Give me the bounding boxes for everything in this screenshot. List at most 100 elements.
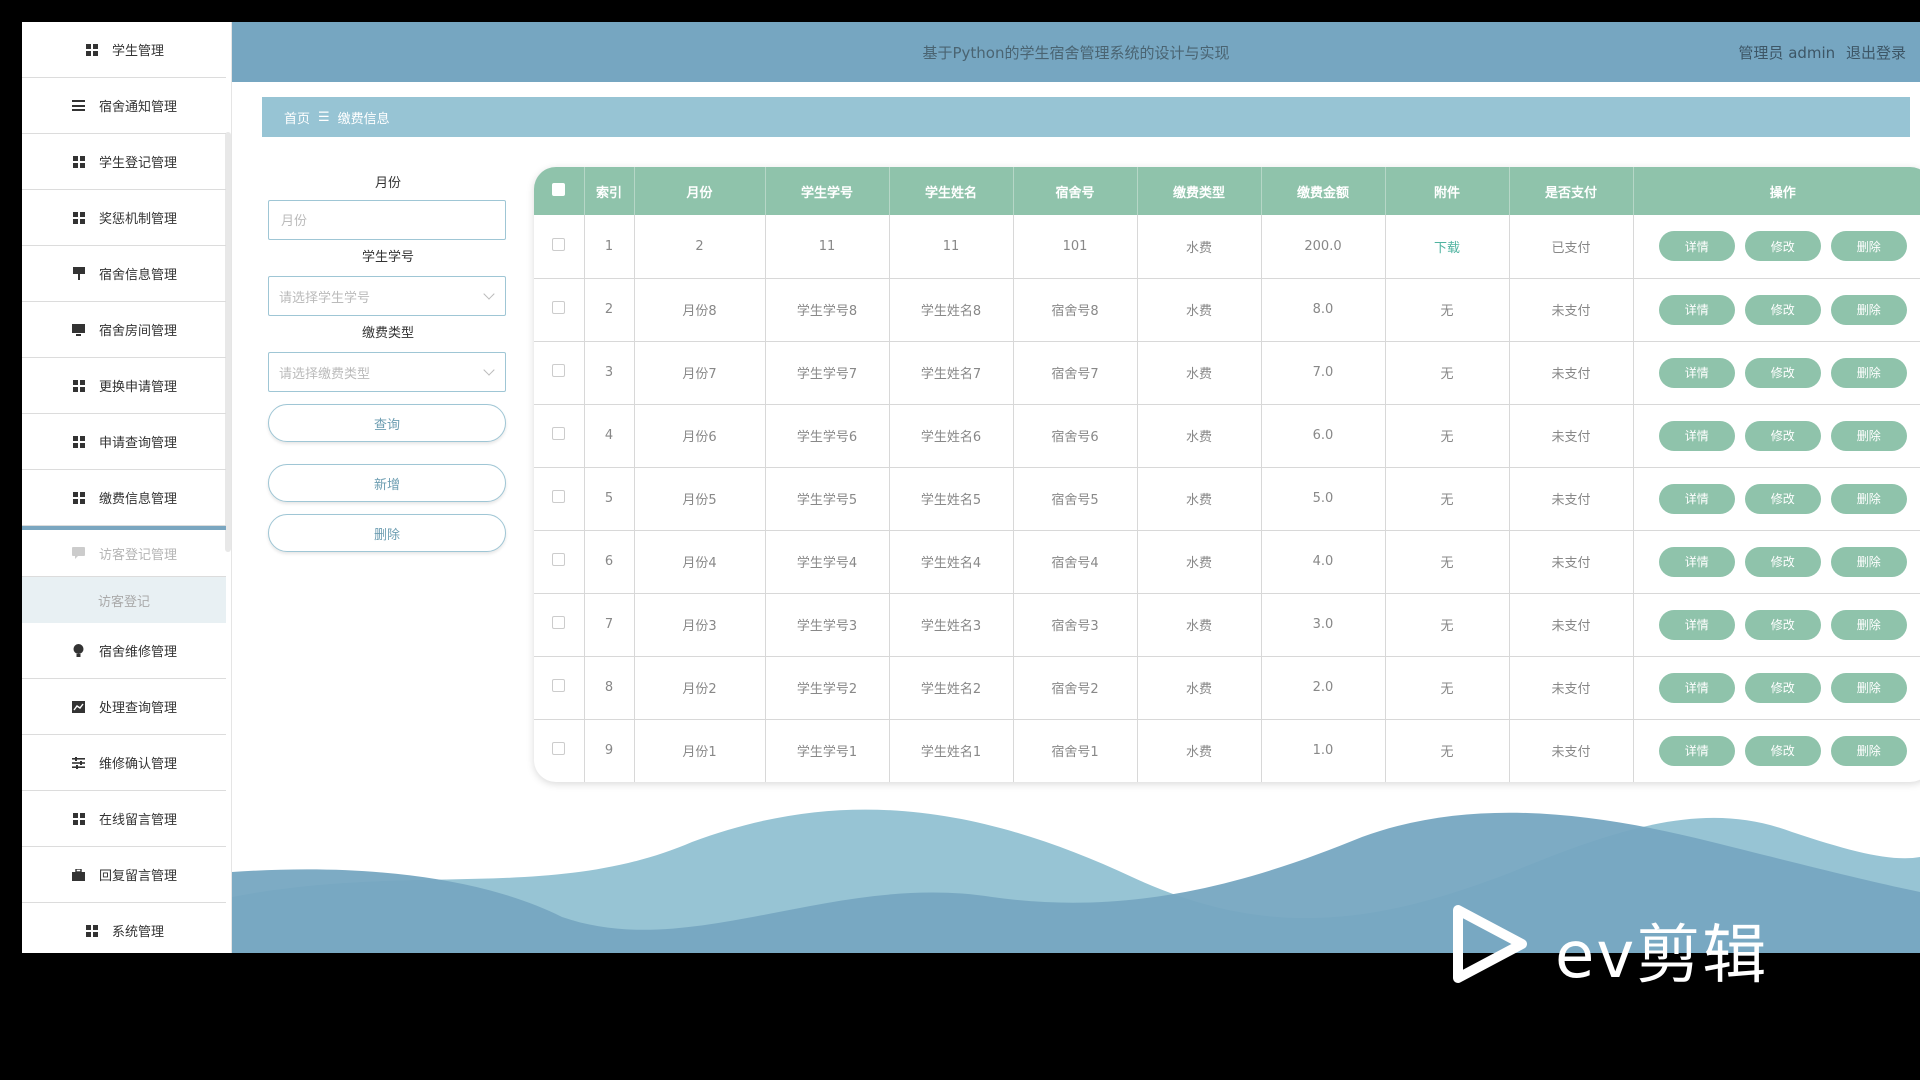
grid-icon [84,42,100,58]
list-icon [71,98,87,114]
sidebar-item[interactable]: 申请查询管理 [22,414,226,470]
sidebar-item[interactable]: 回复留言管理 [22,847,226,903]
sidebar-item[interactable]: 宿舍房间管理 [22,302,226,358]
edit-button[interactable]: 修改 [1744,546,1821,577]
monitor-icon [71,322,87,338]
table-row: 4 月份6 学生学号6 学生姓名6 宿舍号6 水费 6.0 无未支付 详情 修改 删除 [534,404,1920,468]
detail-button[interactable]: 详情 [1658,609,1735,640]
briefcase-icon [71,867,87,883]
sidebar-item[interactable]: 宿舍信息管理 [22,246,226,302]
edit-button[interactable]: 修改 [1744,672,1821,703]
sidebar-item-label: 系统管理 [111,925,164,940]
edit-button[interactable]: 修改 [1744,231,1821,262]
row-checkbox[interactable] [552,301,566,314]
detail-button[interactable]: 详情 [1658,483,1735,514]
sidebar-item-label: 宿舍通知管理 [98,100,177,115]
row-checkbox[interactable] [552,616,566,629]
row-select-cell [534,530,585,594]
delete-row-button[interactable]: 删除 [1830,735,1907,766]
table-cell: 4.0 [1261,530,1386,594]
row-checkbox[interactable] [552,237,566,251]
user-area: 管理员 admin 退出登录 [1732,42,1906,63]
sidebar-item[interactable]: 系统管理 [22,903,226,953]
app-title: 基于Python的学生宿舍管理系统的设计与实现 [922,44,1230,62]
detail-button[interactable]: 详情 [1658,294,1735,325]
add-button[interactable]: 新增 [268,464,506,502]
table-cell: 无 [1385,530,1510,594]
sidebar-item[interactable]: 在线留言管理 [22,791,226,847]
delete-row-button[interactable]: 删除 [1830,294,1907,325]
sidebar-item[interactable]: 奖惩机制管理 [22,190,226,246]
sidebar-item[interactable]: 学生管理 [22,22,226,78]
sidebar-subitem-visitor-register[interactable]: 访客登记 [22,577,226,623]
month-input[interactable] [268,200,506,240]
row-select-cell [534,467,585,531]
delete-row-button[interactable]: 删除 [1830,231,1907,262]
sidebar-item-label: 访客登记管理 [98,547,177,563]
table-cell: 宿舍号1 [1013,719,1138,782]
column-header: 缴费类型 [1137,167,1262,215]
detail-button[interactable]: 详情 [1658,546,1735,577]
row-checkbox[interactable] [552,553,566,566]
sidebar-item[interactable]: 缴费信息管理 [22,470,226,526]
sidebar-item[interactable]: 处理查询管理 [22,679,226,735]
sidebar-item[interactable]: 更换申请管理 [22,358,226,414]
student-no-select[interactable]: 请选择学生学号 [268,276,506,316]
table-cell: 无 [1385,467,1510,531]
detail-button[interactable]: 详情 [1658,672,1735,703]
sidebar-item[interactable]: 维修确认管理 [22,735,226,791]
ev-watermark: ev剪辑 [1450,900,1830,993]
row-checkbox[interactable] [552,490,566,503]
table-cell: 学生学号6 [765,404,890,468]
detail-button[interactable]: 详情 [1658,735,1735,766]
detail-button[interactable]: 详情 [1658,231,1735,262]
delete-button[interactable]: 删除 [268,514,506,552]
edit-button[interactable]: 修改 [1744,357,1821,388]
sidebar-item[interactable]: 宿舍维修管理 [22,623,226,679]
table-cell: 未支付 [1509,467,1634,531]
sidebar-item[interactable]: 学生登记管理 [22,134,226,190]
delete-row-button[interactable]: 删除 [1830,483,1907,514]
fee-type-select[interactable]: 请选择缴费类型 [268,352,506,392]
detail-button[interactable]: 详情 [1658,357,1735,388]
sidebar-item[interactable]: 访客登记管理 [22,526,226,577]
row-checkbox[interactable] [552,427,566,440]
table-cell: 月份7 [634,341,766,405]
row-checkbox[interactable] [552,679,566,692]
edit-button[interactable]: 修改 [1744,294,1821,325]
delete-row-button[interactable]: 删除 [1830,672,1907,703]
table-cell: 未支付 [1509,278,1634,342]
detail-button[interactable]: 详情 [1658,420,1735,451]
query-button[interactable]: 查询 [268,404,506,442]
delete-row-button[interactable]: 删除 [1830,609,1907,640]
sidebar-item-label: 维修确认管理 [98,757,177,772]
edit-button[interactable]: 修改 [1744,420,1821,451]
table-cell: 2.0 [1261,656,1386,720]
table-row: 2 月份8 学生学号8 学生姓名8 宿舍号8 水费 8.0 无未支付 详情 修改 删除 [534,278,1920,342]
table-cell: 学生姓名1 [889,719,1014,782]
grid-icon [71,154,87,170]
header: 基于Python的学生宿舍管理系统的设计与实现 管理员 admin 退出登录 [232,22,1920,82]
sidebar-item[interactable]: 宿舍通知管理 [22,78,226,134]
row-checkbox[interactable] [552,364,566,377]
delete-row-button[interactable]: 删除 [1830,546,1907,577]
sidebar-item-label: 奖惩机制管理 [98,212,177,227]
delete-row-button[interactable]: 删除 [1830,420,1907,451]
column-header: 学生姓名 [889,167,1014,215]
table-cell: 水费 [1137,278,1262,342]
table-cell: 月份2 [634,656,766,720]
table-cell: 宿舍号3 [1013,593,1138,657]
edit-button[interactable]: 修改 [1744,609,1821,640]
actions-cell: 详情 修改 删除 [1633,467,1920,531]
logout-link[interactable]: 退出登录 [1846,44,1906,62]
table-cell: 宿舍号4 [1013,530,1138,594]
breadcrumb: 首页 ☰ 缴费信息 [262,97,1910,137]
row-checkbox[interactable] [552,742,566,755]
select-all-checkbox[interactable] [552,182,566,196]
table-cell[interactable]: 下载 [1385,215,1510,279]
table-cell: 4 [584,404,635,468]
edit-button[interactable]: 修改 [1744,483,1821,514]
delete-row-button[interactable]: 删除 [1830,357,1907,388]
breadcrumb-home[interactable]: 首页 [284,108,310,127]
edit-button[interactable]: 修改 [1744,735,1821,766]
